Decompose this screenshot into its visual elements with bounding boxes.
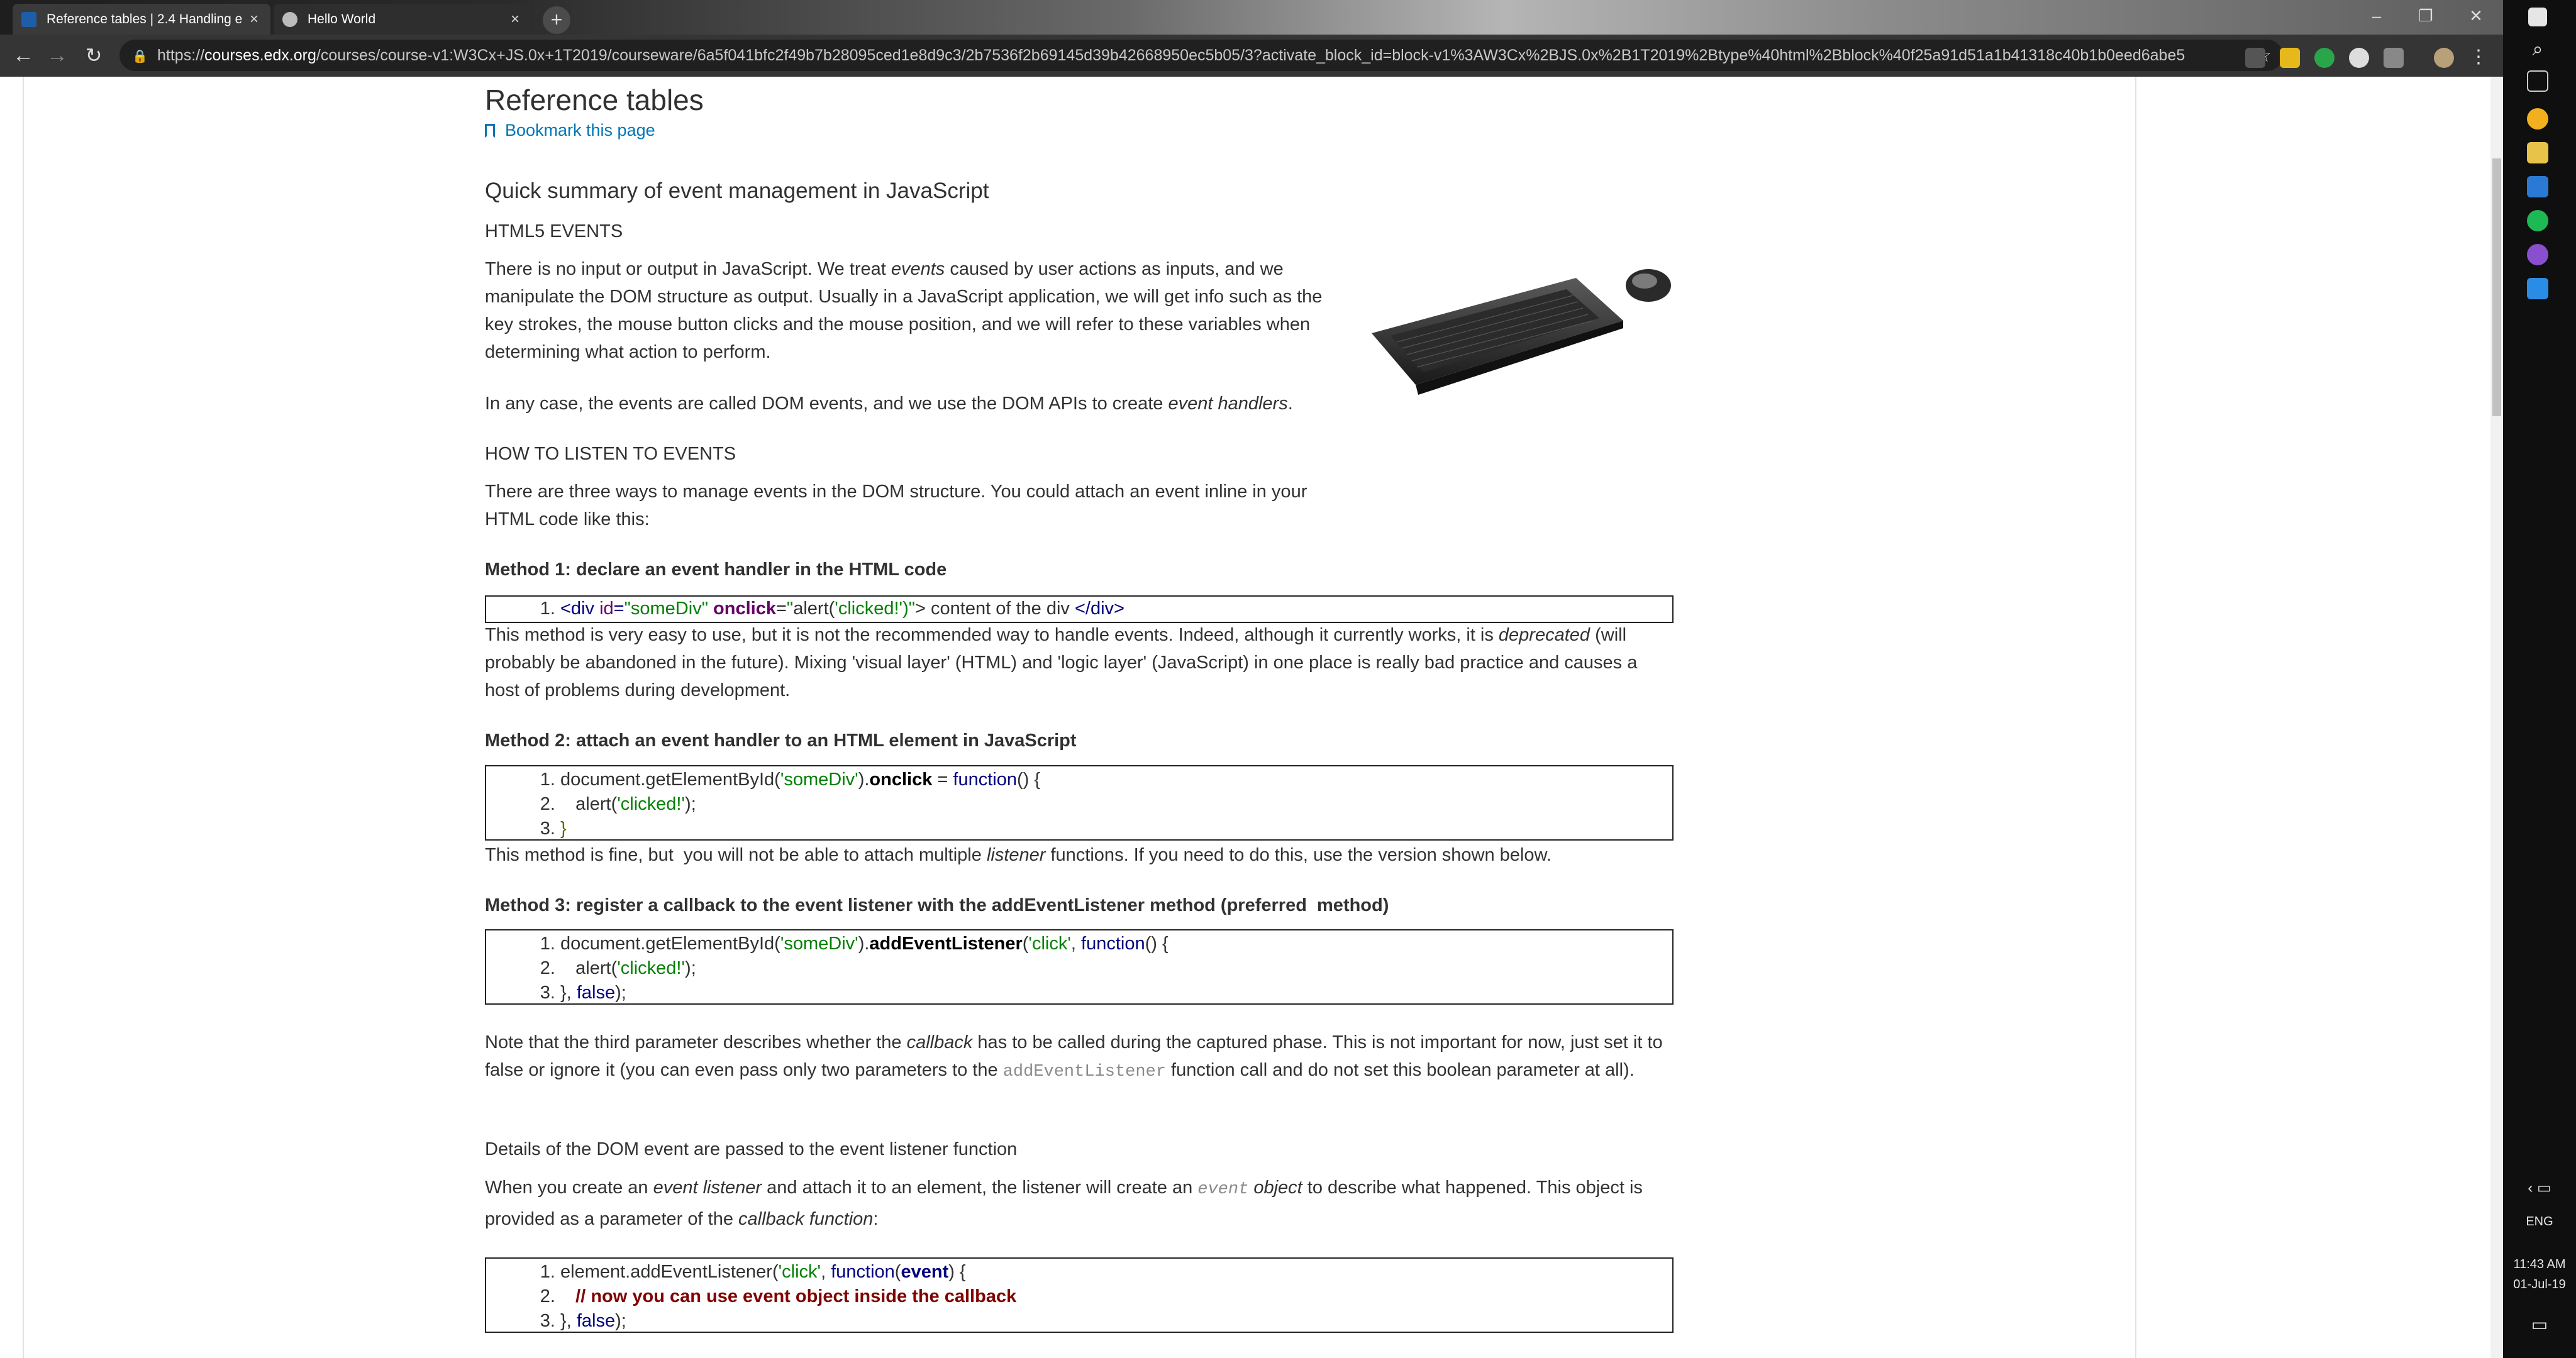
code-line: document.getElementById('someDiv').oncli… [560, 768, 1672, 792]
todo-icon[interactable] [2527, 176, 2548, 197]
section-title: Quick summary of event management in Jav… [485, 179, 989, 203]
podcast-app-icon[interactable] [2527, 244, 2548, 265]
search-icon[interactable]: ⌕ [2527, 39, 2548, 60]
page-title: Reference tables [485, 84, 704, 116]
lock-icon: 🔒 [132, 50, 148, 63]
keyboard-mouse-image [1372, 269, 1671, 395]
page-viewport: Reference tables Bookmark this page Quic… [0, 77, 2490, 1358]
vscode-icon[interactable] [2527, 278, 2548, 299]
language-indicator[interactable]: ENG [2503, 1215, 2576, 1229]
notifications-icon[interactable]: ▭ [2503, 1314, 2576, 1335]
method2-heading: Method 2: attach an event handler to an … [485, 731, 1077, 751]
extension-icon[interactable] [2384, 48, 2404, 68]
intro-paragraph-2: In any case, the events are called DOM e… [485, 394, 1293, 414]
method2-paragraph: This method is fine, but you will not be… [485, 845, 1552, 865]
globe-favicon-icon [282, 11, 297, 27]
code-block-event-object: element.addEventListener('click', functi… [485, 1257, 1674, 1333]
windows-taskbar: ⌕ ‹ ▭ ENG 11:43 AM 01-Jul-19 ▭ [2503, 0, 2576, 1358]
forward-button[interactable]: → [42, 35, 73, 77]
code-line: element.addEventListener('click', functi… [560, 1260, 1672, 1284]
address-bar[interactable]: 🔒 https://courses.edx.org/courses/course… [119, 40, 2283, 71]
page-scrollbar[interactable] [2490, 77, 2503, 1358]
close-tab-icon[interactable]: × [247, 11, 262, 28]
edx-favicon-icon [21, 11, 36, 27]
bookmark-link[interactable]: Bookmark this page [485, 121, 655, 140]
code-block-method3: document.getElementById('someDiv').addEv… [485, 929, 1674, 1005]
note-paragraph: Note that the third parameter describes … [485, 1032, 1663, 1081]
scrollbar-thumb[interactable] [2492, 158, 2501, 416]
start-windows-icon[interactable] [2528, 8, 2547, 26]
html5-events-heading: HTML5 EVENTS [485, 221, 623, 241]
tab-title: Hello World [308, 11, 376, 26]
details-paragraph: When you create an event listener and at… [485, 1178, 1643, 1229]
browser-toolbar: ← → ↻ 🔒 https://courses.edx.org/courses/… [0, 35, 2503, 77]
bookmark-icon [485, 124, 495, 138]
code-block-method2: document.getElementById('someDiv').oncli… [485, 765, 1674, 841]
left-border-line [23, 77, 24, 1358]
close-window-icon[interactable]: ✕ [2451, 0, 2501, 31]
code-line: }, false); [560, 1309, 1672, 1333]
chrome-icon[interactable] [2527, 108, 2548, 130]
url-prefix: https:// [157, 46, 205, 64]
reload-button[interactable]: ↻ [78, 35, 109, 77]
clock-date[interactable]: 01-Jul-19 [2503, 1278, 2576, 1292]
new-tab-button[interactable]: + [543, 6, 570, 34]
tab-title: Reference tables | 2.4 Handling e [47, 11, 243, 26]
code-line: <div id="someDiv" onclick="alert('clicke… [560, 597, 1672, 621]
method1-heading: Method 1: declare an event handler in th… [485, 560, 947, 580]
how-to-listen-heading: HOW TO LISTEN TO EVENTS [485, 444, 736, 464]
intro-paragraph-1: There is no input or output in JavaScrip… [485, 259, 1323, 362]
spotify-icon[interactable] [2527, 210, 2548, 231]
browser-tab-bar: Reference tables | 2.4 Handling e × Hell… [0, 0, 2503, 35]
url-path: /courses/course-v1:W3Cx+JS.0x+1T2019/cou… [316, 46, 2185, 64]
details-heading: Details of the DOM event are passed to t… [485, 1139, 1018, 1159]
method1-paragraph: This method is very easy to use, but it … [485, 625, 1638, 700]
code-line: }, false); [560, 981, 1672, 1005]
tab-reference-tables[interactable]: Reference tables | 2.4 Handling e × [13, 4, 270, 35]
task-view-icon[interactable] [2527, 70, 2548, 92]
right-border-line [2135, 77, 2136, 1358]
extension-icon[interactable] [2349, 48, 2369, 68]
extension-icon[interactable] [2280, 48, 2300, 68]
system-tray-chevron-icon[interactable]: ‹ ▭ [2503, 1179, 2576, 1197]
back-button[interactable]: ← [8, 35, 39, 77]
file-explorer-icon[interactable] [2527, 142, 2548, 163]
profile-avatar[interactable] [2434, 48, 2454, 68]
listen-paragraph: There are three ways to manage events in… [485, 482, 1307, 529]
extension-icon[interactable] [2245, 48, 2265, 68]
tab-hello-world[interactable]: Hello World × [274, 4, 531, 35]
close-tab-icon[interactable]: × [508, 11, 523, 28]
menu-kebab-icon[interactable]: ⋮ [2468, 48, 2489, 68]
code-line: document.getElementById('someDiv').addEv… [560, 932, 1672, 956]
code-line: // now you can use event object inside t… [560, 1284, 1672, 1309]
url-host: courses.edx.org [204, 46, 316, 64]
extension-icon[interactable] [2314, 48, 2334, 68]
clock-time[interactable]: 11:43 AM [2503, 1257, 2576, 1272]
restore-window-icon[interactable]: ❐ [2401, 0, 2450, 31]
method3-heading: Method 3: register a callback to the eve… [485, 895, 1389, 915]
bookmark-label: Bookmark this page [505, 121, 655, 140]
minimize-window-icon[interactable]: – [2352, 0, 2401, 31]
code-block-method1: <div id="someDiv" onclick="alert('clicke… [485, 595, 1674, 623]
code-line: alert('clicked!'); [560, 792, 1672, 817]
code-line: alert('clicked!'); [560, 956, 1672, 981]
code-line: } [560, 817, 1672, 841]
